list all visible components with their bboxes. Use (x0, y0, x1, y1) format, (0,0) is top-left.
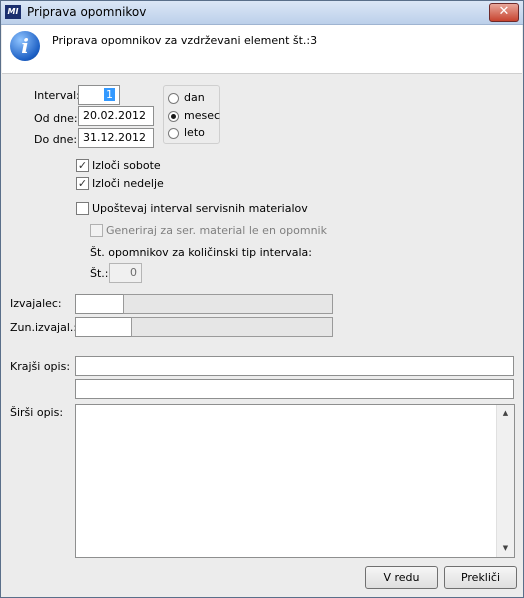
radio-dan[interactable] (168, 93, 179, 104)
st-label: Št.: (90, 267, 109, 280)
scroll-down-icon[interactable]: ▼ (497, 540, 514, 557)
ok-button[interactable]: V redu (365, 566, 438, 589)
krajsi-opis-label: Krajši opis: (10, 360, 71, 373)
st-input[interactable]: 0 (109, 263, 142, 283)
interval-value: 1 (104, 88, 115, 101)
st-opomnikov-label: Št. opomnikov za količinski tip interval… (90, 246, 312, 259)
radio-leto-label[interactable]: leto (184, 126, 205, 139)
zun-izvajal-code-input[interactable] (75, 317, 133, 337)
izloci-nedelje-checkbox[interactable]: ✓ (76, 177, 89, 190)
dialog-window: MI Priprava opomnikov ✕ i Priprava opomn… (0, 0, 524, 598)
interval-input[interactable]: 1 (78, 85, 120, 105)
generiraj-label: Generiraj za ser. material le en opomnik (106, 224, 327, 237)
generiraj-checkbox[interactable] (90, 224, 103, 237)
vertical-scrollbar[interactable]: ▲ ▼ (496, 405, 514, 557)
close-button[interactable]: ✕ (489, 3, 519, 22)
krajsi-opis-input-1[interactable] (75, 356, 514, 376)
do-dne-label: Do dne: (34, 133, 78, 146)
app-logo-icon: MI (5, 5, 21, 19)
zun-izvajal-label: Zun.izvajal.: (10, 321, 78, 334)
info-header: i Priprava opomnikov za vzdrževani eleme… (2, 25, 522, 74)
izvajalec-code-input[interactable] (75, 294, 125, 314)
od-dne-input[interactable]: 20.02.2012 (78, 106, 154, 126)
radio-mesec[interactable] (168, 111, 179, 122)
izloci-nedelje-label[interactable]: Izloči nedelje (92, 177, 164, 190)
sirsi-opis-textarea[interactable]: ▲ ▼ (75, 404, 515, 558)
cancel-button[interactable]: Prekliči (444, 566, 517, 589)
krajsi-opis-input-2[interactable] (75, 379, 514, 399)
header-text: Priprava opomnikov za vzdrževani element… (52, 34, 318, 47)
scroll-up-icon[interactable]: ▲ (497, 405, 514, 422)
od-dne-label: Od dne: (34, 112, 78, 125)
interval-label: Interval: (34, 89, 80, 102)
upostevaj-checkbox[interactable] (76, 202, 89, 215)
title-bar[interactable]: MI Priprava opomnikov ✕ (1, 1, 523, 25)
zun-izvajal-name-field (131, 317, 333, 337)
info-icon: i (10, 31, 40, 61)
radio-dan-label[interactable]: dan (184, 91, 205, 104)
window-title: Priprava opomnikov (27, 5, 147, 19)
sirsi-opis-label: Širši opis: (10, 406, 64, 419)
radio-mesec-label[interactable]: mesec (184, 109, 220, 122)
upostevaj-label[interactable]: Upoštevaj interval servisnih materialov (92, 202, 308, 215)
izloci-sobote-checkbox[interactable]: ✓ (76, 159, 89, 172)
radio-leto[interactable] (168, 128, 179, 139)
izloci-sobote-label[interactable]: Izloči sobote (92, 159, 161, 172)
izvajalec-name-field (123, 294, 333, 314)
izvajalec-label: Izvajalec: (10, 297, 62, 310)
do-dne-input[interactable]: 31.12.2012 (78, 128, 154, 148)
